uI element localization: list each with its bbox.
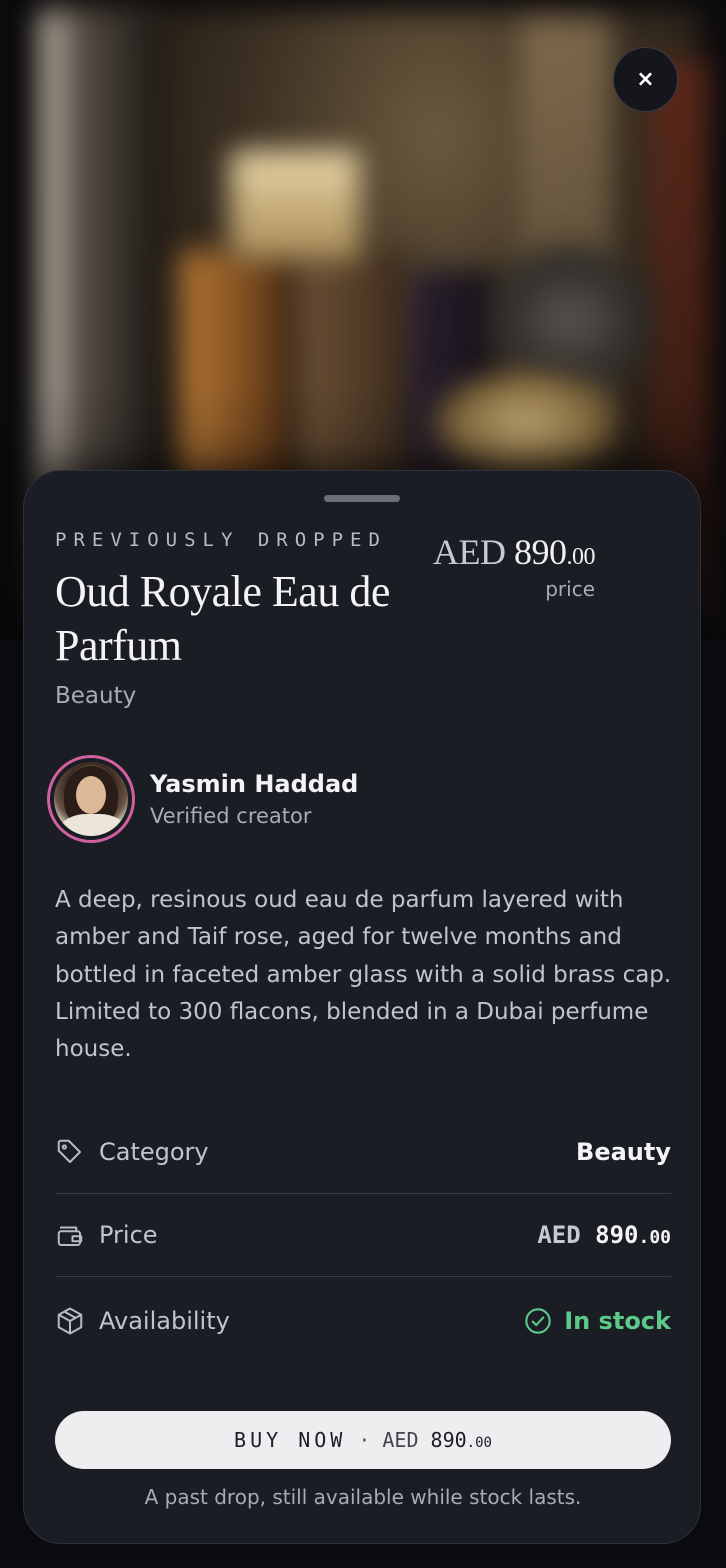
creator-role: Verified creator bbox=[150, 804, 312, 828]
detail-label: Price bbox=[99, 1221, 158, 1249]
close-button[interactable]: × bbox=[613, 47, 678, 112]
buy-now-button[interactable]: BUY NOW · AED 890.00 bbox=[55, 1411, 671, 1469]
buy-now-label: BUY NOW bbox=[234, 1428, 347, 1452]
price-value: AED 890.00 bbox=[433, 531, 595, 573]
detail-label: Availability bbox=[99, 1307, 230, 1335]
product-category: Beauty bbox=[55, 683, 137, 709]
detail-value-category: Beauty bbox=[576, 1138, 671, 1166]
drop-status-eyebrow: PREVIOUSLY DROPPED bbox=[55, 529, 387, 551]
availability-footnote: A past drop, still available while stock… bbox=[144, 1485, 582, 1509]
wallet-icon bbox=[57, 1226, 83, 1246]
buy-now-price: AED 890.00 bbox=[382, 1428, 492, 1452]
close-icon: × bbox=[636, 67, 655, 92]
detail-row-availability: Availability In stock bbox=[55, 1277, 671, 1365]
price-label: price bbox=[545, 577, 595, 601]
details-list: Category Beauty Price AED 890.00 Availab bbox=[55, 1111, 671, 1365]
stock-status: In stock bbox=[524, 1307, 671, 1335]
product-sheet: PREVIOUSLY DROPPED Oud Royale Eau de Par… bbox=[23, 470, 701, 1544]
product-title: Oud Royale Eau de Parfum bbox=[55, 567, 390, 670]
drag-handle[interactable] bbox=[324, 495, 400, 502]
price-whole: 890 bbox=[514, 532, 567, 572]
detail-row-category: Category Beauty bbox=[55, 1111, 671, 1194]
detail-label: Category bbox=[99, 1138, 209, 1166]
check-circle-icon bbox=[525, 1308, 551, 1334]
detail-row-price: Price AED 890.00 bbox=[55, 1194, 671, 1277]
price-currency: AED bbox=[433, 532, 506, 572]
avatar[interactable] bbox=[47, 755, 135, 843]
box-icon bbox=[57, 1307, 83, 1335]
product-description: A deep, resinous oud eau de parfum layer… bbox=[55, 887, 672, 1063]
creator-name[interactable]: Yasmin Haddad bbox=[150, 770, 358, 798]
tag-icon bbox=[57, 1139, 81, 1163]
detail-value-price: AED 890.00 bbox=[537, 1221, 671, 1249]
creator-card[interactable]: Yasmin Haddad Verified creator bbox=[47, 755, 358, 843]
price-block: AED 890.00 price bbox=[433, 531, 595, 601]
price-cents: .00 bbox=[566, 544, 596, 570]
